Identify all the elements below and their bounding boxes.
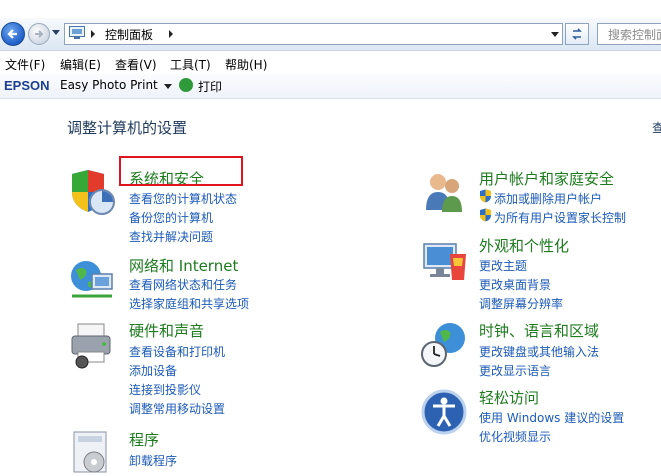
link-network-status[interactable]: 查看网络状态和任务 — [129, 276, 237, 293]
link-troubleshoot[interactable]: 查找并解决问题 — [129, 228, 213, 245]
page-title: 调整计算机的设置 — [67, 119, 188, 137]
link-change-theme[interactable]: 更改主题 — [479, 257, 527, 274]
recent-pages-dropdown[interactable] — [52, 30, 60, 35]
link-devices-printers[interactable]: 查看设备和打印机 — [129, 343, 225, 360]
search-placeholder: 搜索控制面 — [608, 28, 661, 42]
address-history-dropdown[interactable] — [551, 32, 559, 37]
hardware-sound-icon[interactable] — [68, 322, 116, 370]
network-internet-icon[interactable] — [68, 256, 116, 302]
user-accounts-icon[interactable] — [420, 168, 468, 216]
category-network-internet[interactable]: 网络和 Internet — [129, 255, 238, 276]
address-field[interactable]: 控制面板 — [64, 23, 563, 45]
epson-logo: EPSON — [4, 78, 50, 93]
link-display-language[interactable]: 更改显示语言 — [479, 362, 551, 379]
forward-button[interactable] — [28, 23, 50, 45]
link-windows-recommended-settings[interactable]: 使用 Windows 建议的设置 — [479, 409, 624, 426]
menu-file[interactable]: 文件(F) — [5, 56, 45, 73]
link-uninstall-program[interactable]: 卸载程序 — [129, 452, 177, 469]
menu-bar: 文件(F) 编辑(E) 查看(V) 工具(T) 帮助(H) — [0, 54, 661, 74]
category-clock-language-region[interactable]: 时钟、语言和区域 — [479, 320, 599, 341]
back-button[interactable] — [1, 22, 25, 46]
category-hardware-sound[interactable]: 硬件和声音 — [129, 320, 204, 341]
view-by-label[interactable]: 查 — [652, 119, 661, 136]
breadcrumb-separator-icon[interactable] — [91, 30, 95, 38]
uac-shield-icon — [480, 208, 491, 222]
ease-of-access-icon[interactable] — [420, 388, 468, 436]
menu-edit[interactable]: 编辑(E) — [60, 56, 101, 73]
clock-language-region-icon[interactable] — [420, 320, 468, 370]
link-backup-computer[interactable]: 备份您的计算机 — [129, 209, 213, 226]
menu-help[interactable]: 帮助(H) — [225, 56, 267, 73]
arrow-right-icon — [35, 30, 44, 38]
toolbar: EPSON Easy Photo Print 打印 — [0, 74, 661, 99]
uac-shield-icon — [480, 189, 491, 203]
easy-photo-print-button[interactable]: Easy Photo Print — [60, 78, 158, 92]
programs-icon[interactable] — [68, 428, 116, 474]
link-connect-projector[interactable]: 连接到投影仪 — [129, 381, 201, 398]
link-view-computer-status[interactable]: 查看您的计算机状态 — [129, 190, 237, 207]
link-desktop-background[interactable]: 更改桌面背景 — [479, 276, 551, 293]
refresh-button[interactable] — [565, 23, 589, 45]
highlight-annotation — [119, 156, 243, 186]
category-user-accounts[interactable]: 用户帐户和家庭安全 — [479, 168, 614, 189]
search-input[interactable]: 搜索控制面 — [597, 23, 661, 45]
link-keyboard-input[interactable]: 更改键盘或其他输入法 — [479, 343, 599, 360]
arrow-left-icon — [7, 29, 17, 39]
breadcrumb-control-panel[interactable]: 控制面板 — [105, 26, 153, 43]
link-optimize-video-display[interactable]: 优化视频显示 — [479, 428, 551, 445]
menu-view[interactable]: 查看(V) — [115, 56, 157, 73]
control-panel-icon — [69, 26, 85, 39]
link-parental-controls[interactable]: 为所有用户设置家长控制 — [494, 209, 626, 226]
link-screen-resolution[interactable]: 调整屏幕分辨率 — [479, 295, 563, 312]
category-appearance[interactable]: 外观和个性化 — [479, 235, 569, 256]
system-security-icon[interactable] — [68, 168, 116, 216]
link-add-remove-accounts[interactable]: 添加或删除用户帐户 — [494, 190, 602, 207]
print-button[interactable]: 打印 — [198, 78, 222, 95]
link-mobility-settings[interactable]: 调整常用移动设置 — [129, 400, 225, 417]
category-programs[interactable]: 程序 — [129, 429, 159, 450]
breadcrumb-separator-icon[interactable] — [169, 30, 173, 38]
category-ease-of-access[interactable]: 轻松访问 — [479, 387, 539, 408]
menu-tools[interactable]: 工具(T) — [170, 56, 211, 73]
refresh-icon — [572, 28, 582, 40]
link-add-device[interactable]: 添加设备 — [129, 362, 177, 379]
appearance-personalization-icon[interactable] — [420, 240, 468, 286]
print-icon[interactable] — [179, 78, 193, 92]
link-homegroup-sharing[interactable]: 选择家庭组和共享选项 — [129, 295, 249, 312]
photo-print-dropdown-icon[interactable] — [164, 84, 172, 89]
